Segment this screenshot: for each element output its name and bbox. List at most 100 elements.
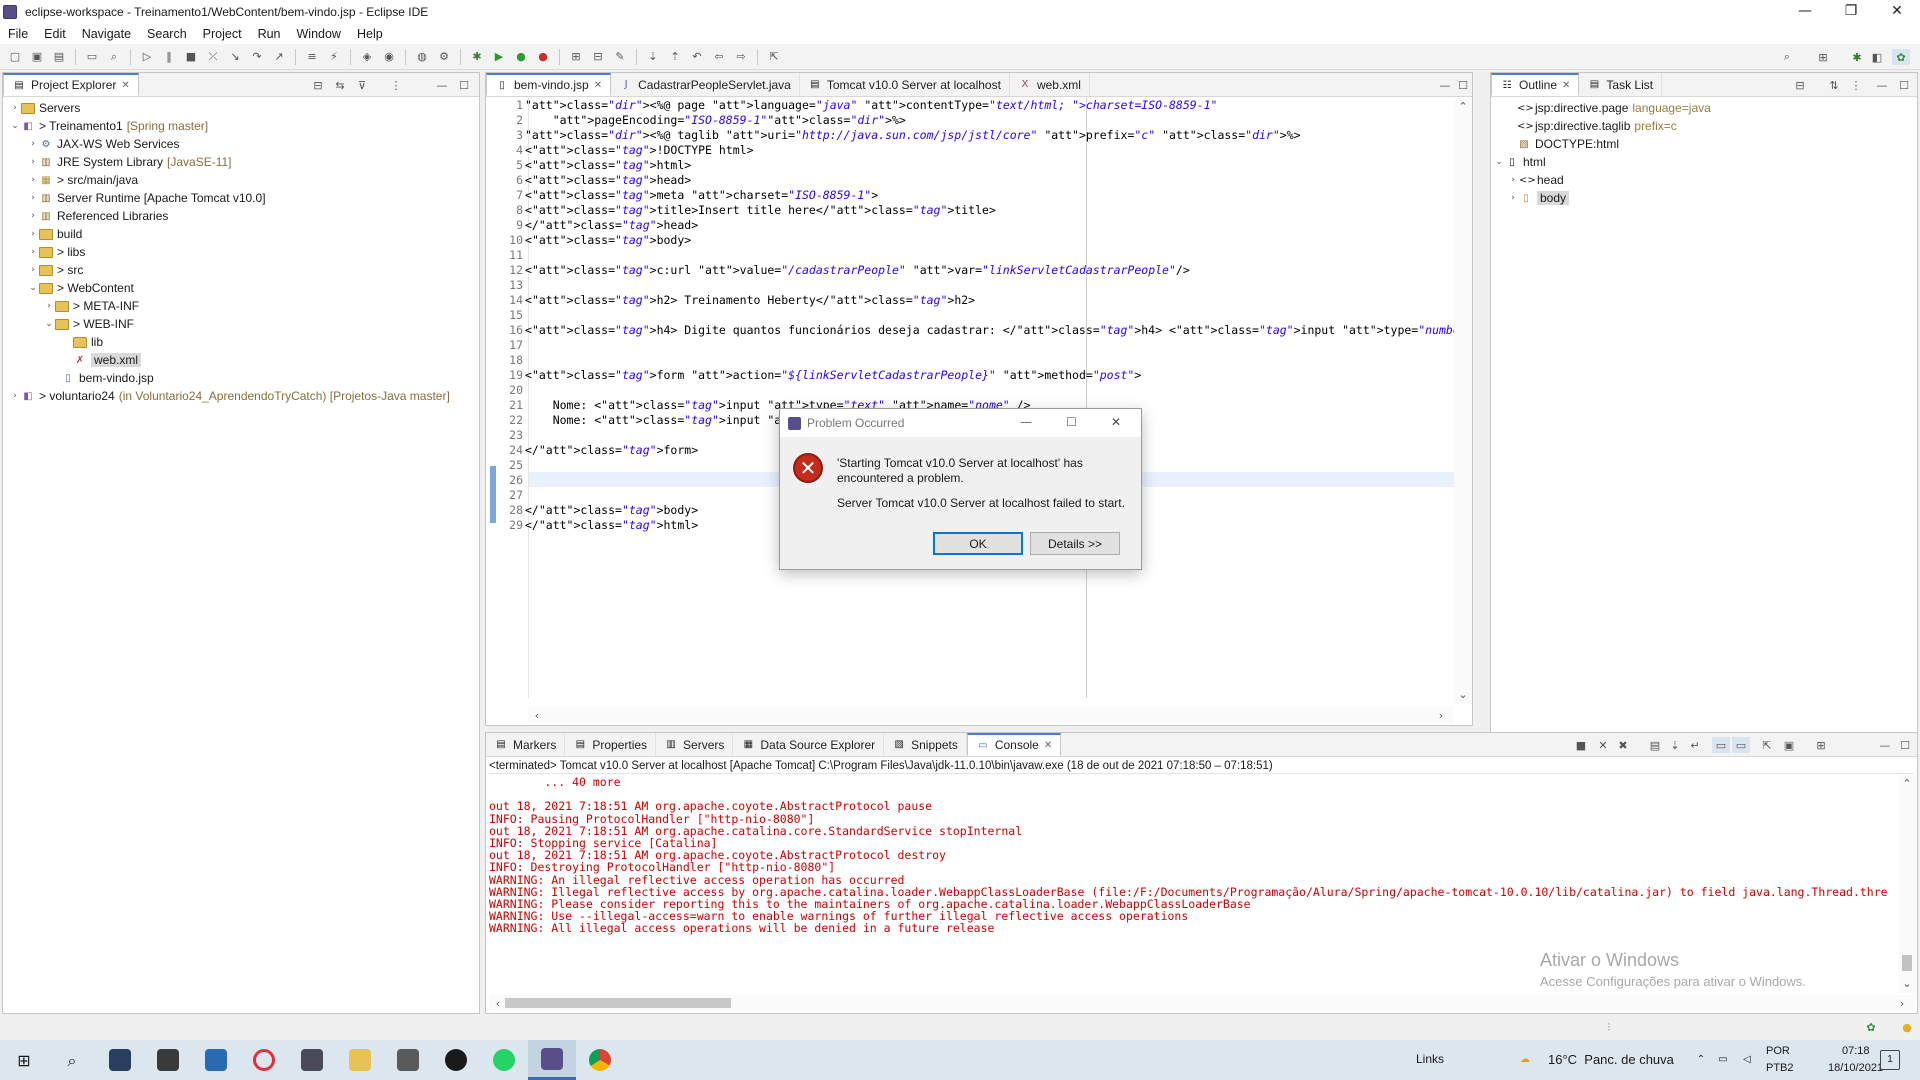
code-line[interactable]: <"att">class="tag">h2> Treinamento Heber… bbox=[525, 293, 1455, 308]
view-menu-icon[interactable]: ⋮ bbox=[1847, 77, 1865, 93]
display-console-icon[interactable]: ▣ bbox=[1780, 737, 1798, 753]
code-line[interactable]: <"att">class="tag">c:url "att">value="/c… bbox=[525, 263, 1455, 278]
disconnect-icon[interactable]: ⤫ bbox=[204, 49, 222, 65]
pin-console-icon[interactable]: ⇱ bbox=[1758, 737, 1776, 753]
tab-properties[interactable]: ▤ Properties bbox=[565, 733, 657, 756]
code-line[interactable]: "att">class="dir"><%@ taglib "att">uri="… bbox=[525, 128, 1455, 143]
taskbar-spotify[interactable] bbox=[432, 1040, 480, 1080]
vertical-scrollbar[interactable]: ⌃ ⌄ bbox=[1454, 98, 1472, 704]
taskbar-vscode[interactable] bbox=[192, 1040, 240, 1080]
tab-cadastrar-servlet[interactable]: J CadastrarPeopleServlet.java bbox=[611, 73, 800, 96]
dialog-maximize-button[interactable]: ☐ bbox=[1066, 415, 1077, 429]
minimize-view-icon[interactable]: — bbox=[1873, 77, 1891, 93]
open-file-icon[interactable]: ⊟ bbox=[589, 49, 607, 65]
tree-item[interactable]: › > META-INF bbox=[3, 297, 479, 315]
close-icon[interactable]: ✕ bbox=[121, 80, 129, 91]
tab-project-explorer[interactable]: ▤ Project Explorer ✕ bbox=[3, 73, 139, 96]
back-icon[interactable]: ⇦ bbox=[710, 49, 728, 65]
code-line[interactable]: <"att">class="tag">form "att">action="${… bbox=[525, 368, 1455, 383]
search-files-icon[interactable]: ⌕ bbox=[105, 49, 123, 65]
search-button[interactable]: ⌕ bbox=[48, 1040, 96, 1080]
code-line[interactable]: <"att">class="tag">title>Insert title he… bbox=[525, 203, 1455, 218]
tab-web-xml[interactable]: Xweb.xml bbox=[1010, 73, 1090, 96]
code-line[interactable] bbox=[525, 248, 1455, 263]
code-line[interactable]: "att">pageEncoding="ISO-8859-1""att">cla… bbox=[525, 113, 1455, 128]
taskbar-store[interactable] bbox=[144, 1040, 192, 1080]
taskbar-explorer[interactable] bbox=[336, 1040, 384, 1080]
scroll-lock-icon[interactable]: ⇣ bbox=[1666, 737, 1684, 753]
maximize-view-icon[interactable]: ☐ bbox=[455, 77, 473, 93]
pin-editor-icon[interactable]: ⇱ bbox=[765, 49, 783, 65]
taskbar-opera[interactable] bbox=[240, 1040, 288, 1080]
start-button[interactable]: ⊞ bbox=[0, 1040, 48, 1080]
code-line[interactable]: <"att">class="tag">!DOCTYPE html> bbox=[525, 143, 1455, 158]
save-all-icon[interactable]: ▤ bbox=[50, 49, 68, 65]
stop-icon[interactable]: ■ bbox=[182, 49, 200, 65]
language-indicator[interactable]: POR bbox=[1766, 1045, 1790, 1057]
tree-item-selected[interactable]: ✗ web.xml bbox=[3, 351, 479, 369]
tree-item[interactable]: › ▦ > src/main/java bbox=[3, 171, 479, 189]
minimize-view-icon[interactable]: — bbox=[433, 77, 451, 93]
menu-file[interactable]: File bbox=[0, 27, 36, 41]
menu-project[interactable]: Project bbox=[195, 27, 250, 41]
open-console-icon[interactable]: ⊞ bbox=[1812, 737, 1830, 753]
console-vertical-scrollbar[interactable]: ⌃ ⌄ bbox=[1898, 775, 1916, 993]
terminal-icon[interactable]: ▭ bbox=[83, 49, 101, 65]
restore-button[interactable]: ❐ bbox=[1828, 0, 1874, 24]
debug-icon[interactable]: ✱ bbox=[468, 49, 486, 65]
menu-search[interactable]: Search bbox=[139, 27, 195, 41]
step-into-icon[interactable]: ↘ bbox=[226, 49, 244, 65]
tab-outline[interactable]: ☷ Outline ✕ bbox=[1491, 73, 1580, 96]
open-task-icon[interactable]: ⚡ bbox=[325, 49, 343, 65]
tree-item[interactable]: ▯ bem-vindo.jsp bbox=[3, 369, 479, 387]
collapse-all-icon[interactable]: ⊟ bbox=[309, 77, 327, 93]
new-icon[interactable]: ▢ bbox=[6, 49, 24, 65]
scroll-down-icon[interactable]: ⌄ bbox=[1898, 975, 1916, 991]
taskbar-eclipse[interactable] bbox=[528, 1040, 576, 1080]
links-toolbar[interactable]: Links bbox=[1416, 1052, 1444, 1066]
code-line[interactable] bbox=[525, 278, 1455, 293]
collapse-all-icon[interactable]: ⊟ bbox=[1791, 77, 1809, 93]
view-menu-icon[interactable]: ⋮ bbox=[387, 77, 405, 93]
taskbar-steam[interactable] bbox=[96, 1040, 144, 1080]
ok-button[interactable]: OK bbox=[933, 532, 1023, 555]
minimize-view-icon[interactable]: — bbox=[1436, 77, 1454, 93]
scroll-up-icon[interactable]: ⌃ bbox=[1454, 98, 1472, 114]
next-annotation-icon[interactable]: ⇣ bbox=[644, 49, 662, 65]
maximize-view-icon[interactable]: ☐ bbox=[1454, 77, 1472, 93]
tip-bulb-icon[interactable]: ● bbox=[1898, 1019, 1916, 1035]
taskbar-discord[interactable] bbox=[288, 1040, 336, 1080]
menu-run[interactable]: Run bbox=[250, 27, 289, 41]
dialog-close-button[interactable]: ✕ bbox=[1111, 415, 1121, 429]
tree-item[interactable]: ⌄ > WebContent bbox=[3, 279, 479, 297]
tree-item[interactable]: › build bbox=[3, 225, 479, 243]
suspend-icon[interactable]: ‖ bbox=[160, 49, 178, 65]
scroll-left-icon[interactable]: ‹ bbox=[528, 707, 546, 723]
tree-item[interactable]: › ▥ JRE System Library [JavaSE-11] bbox=[3, 153, 479, 171]
code-line[interactable]: "att">class="dir"><%@ page "att">languag… bbox=[525, 98, 1455, 113]
scroll-right-icon[interactable]: › bbox=[1432, 707, 1450, 723]
console-horizontal-scrollbar[interactable]: ‹ › bbox=[489, 995, 1915, 1011]
tree-item[interactable]: › > src bbox=[3, 261, 479, 279]
tab-console[interactable]: ▭ Console ✕ bbox=[966, 733, 1062, 756]
tab-servers[interactable]: ▥ Servers bbox=[656, 733, 734, 756]
volume-icon[interactable]: ◁ bbox=[1740, 1053, 1754, 1066]
save-icon[interactable]: ▣ bbox=[28, 49, 46, 65]
clear-console-icon[interactable]: ▤ bbox=[1646, 737, 1664, 753]
tab-task-list[interactable]: ▤ Task List bbox=[1579, 73, 1663, 96]
prev-annotation-icon[interactable]: ⇡ bbox=[666, 49, 684, 65]
forward-icon[interactable]: ⇨ bbox=[732, 49, 750, 65]
taskbar-whatsapp[interactable] bbox=[480, 1040, 528, 1080]
step-return-icon[interactable]: ↗ bbox=[270, 49, 288, 65]
outline-item[interactable]: ▧ DOCTYPE:html bbox=[1491, 135, 1917, 153]
pen-icon[interactable]: ✎ bbox=[611, 49, 629, 65]
code-line[interactable]: </"att">class="tag">head> bbox=[525, 218, 1455, 233]
link-editor-icon[interactable]: ⇆ bbox=[331, 77, 349, 93]
open-folder-icon[interactable]: ⊞ bbox=[567, 49, 585, 65]
tree-item[interactable]: › Servers bbox=[3, 99, 479, 117]
remove-launch-icon[interactable]: ✕ bbox=[1594, 737, 1612, 753]
step-over-icon[interactable]: ↷ bbox=[248, 49, 266, 65]
outline-item[interactable]: › <> head bbox=[1491, 171, 1917, 189]
sort-icon[interactable]: ⇅ bbox=[1825, 77, 1843, 93]
outline-item[interactable]: <> jsp:directive.taglib prefix=c bbox=[1491, 117, 1917, 135]
